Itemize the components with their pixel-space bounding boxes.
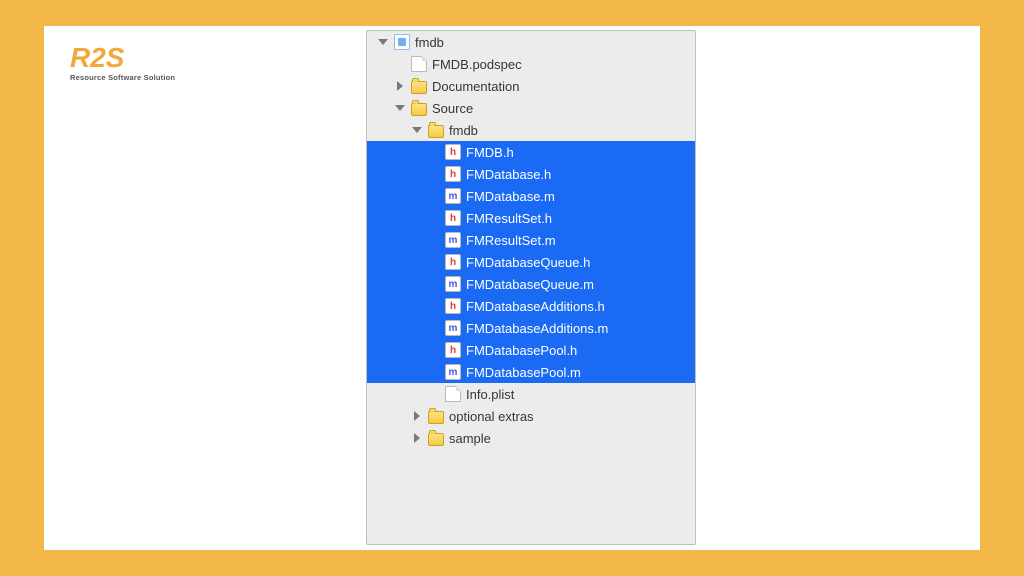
tree-item-label: fmdb <box>449 123 687 138</box>
disclosure-triangle-icon[interactable] <box>412 127 422 133</box>
file-icon <box>445 386 461 402</box>
tree-row[interactable]: m FMDatabasePool.m <box>367 361 695 383</box>
folder-icon <box>428 125 444 138</box>
folder-icon <box>411 81 427 94</box>
tree-item-label: FMResultSet.m <box>466 233 687 248</box>
folder-icon <box>428 411 444 424</box>
disclosure-triangle-icon[interactable] <box>397 81 403 91</box>
tree-row[interactable]: optional extras <box>367 405 695 427</box>
tree-row[interactable]: h FMDatabaseQueue.h <box>367 251 695 273</box>
tree-item-label: FMResultSet.h <box>466 211 687 226</box>
tree-item-label: optional extras <box>449 409 687 424</box>
tree-item-label: FMDatabaseAdditions.m <box>466 321 687 336</box>
tree-item-label: FMDatabaseAdditions.h <box>466 299 687 314</box>
folder-icon <box>411 103 427 116</box>
tree-row[interactable]: Info.plist <box>367 383 695 405</box>
header-file-icon: h <box>445 144 461 160</box>
impl-file-icon: m <box>445 232 461 248</box>
tree-row[interactable]: FMDB.podspec <box>367 53 695 75</box>
tree-item-label: FMDatabase.m <box>466 189 687 204</box>
folder-icon <box>428 433 444 446</box>
tree-row[interactable]: m FMDatabase.m <box>367 185 695 207</box>
impl-file-icon: m <box>445 276 461 292</box>
outer-frame: R2S Resource Software Solution fmdb FMDB… <box>0 0 1024 576</box>
header-file-icon: h <box>445 298 461 314</box>
tree-item-label: FMDatabaseQueue.m <box>466 277 687 292</box>
header-file-icon: h <box>445 342 461 358</box>
disclosure-triangle-icon[interactable] <box>414 411 420 421</box>
project-navigator[interactable]: fmdb FMDB.podspec Documentation Source fmdb… <box>366 30 696 545</box>
tree-item-label: FMDB.podspec <box>432 57 687 72</box>
tree-item-label: FMDatabasePool.h <box>466 343 687 358</box>
disclosure-triangle-icon[interactable] <box>395 105 405 111</box>
disclosure-triangle-icon[interactable] <box>414 433 420 443</box>
tree-item-label: Source <box>432 101 687 116</box>
tree-row[interactable]: m FMResultSet.m <box>367 229 695 251</box>
tree-item-label: sample <box>449 431 687 446</box>
header-file-icon: h <box>445 254 461 270</box>
tree-item-label: FMDatabaseQueue.h <box>466 255 687 270</box>
tree-row[interactable]: m FMDatabaseAdditions.m <box>367 317 695 339</box>
tree-row-root[interactable]: fmdb <box>367 31 695 53</box>
header-file-icon: h <box>445 210 461 226</box>
tree-item-label: FMDatabasePool.m <box>466 365 687 380</box>
brand-logo: R2S Resource Software Solution <box>70 44 175 82</box>
tree-row[interactable]: sample <box>367 427 695 449</box>
tree-item-label: Documentation <box>432 79 687 94</box>
impl-file-icon: m <box>445 188 461 204</box>
brand-tagline: Resource Software Solution <box>70 74 175 82</box>
header-file-icon: h <box>445 166 461 182</box>
tree-item-label: fmdb <box>415 35 687 50</box>
tree-row[interactable]: h FMDatabase.h <box>367 163 695 185</box>
tree-row[interactable]: m FMDatabaseQueue.m <box>367 273 695 295</box>
tree-item-label: Info.plist <box>466 387 687 402</box>
tree-row[interactable]: h FMResultSet.h <box>367 207 695 229</box>
disclosure-triangle-icon[interactable] <box>378 39 388 45</box>
tree-row[interactable]: h FMDB.h <box>367 141 695 163</box>
impl-file-icon: m <box>445 320 461 336</box>
brand-name: R2S <box>70 42 124 73</box>
content-panel: R2S Resource Software Solution fmdb FMDB… <box>44 26 980 550</box>
tree-row[interactable]: Source <box>367 97 695 119</box>
tree-item-label: FMDatabase.h <box>466 167 687 182</box>
tree-row[interactable]: Documentation <box>367 75 695 97</box>
tree-row[interactable]: h FMDatabasePool.h <box>367 339 695 361</box>
tree-row[interactable]: fmdb <box>367 119 695 141</box>
project-icon <box>394 34 410 50</box>
tree-row[interactable]: h FMDatabaseAdditions.h <box>367 295 695 317</box>
tree-item-label: FMDB.h <box>466 145 687 160</box>
file-icon <box>411 56 427 72</box>
impl-file-icon: m <box>445 364 461 380</box>
